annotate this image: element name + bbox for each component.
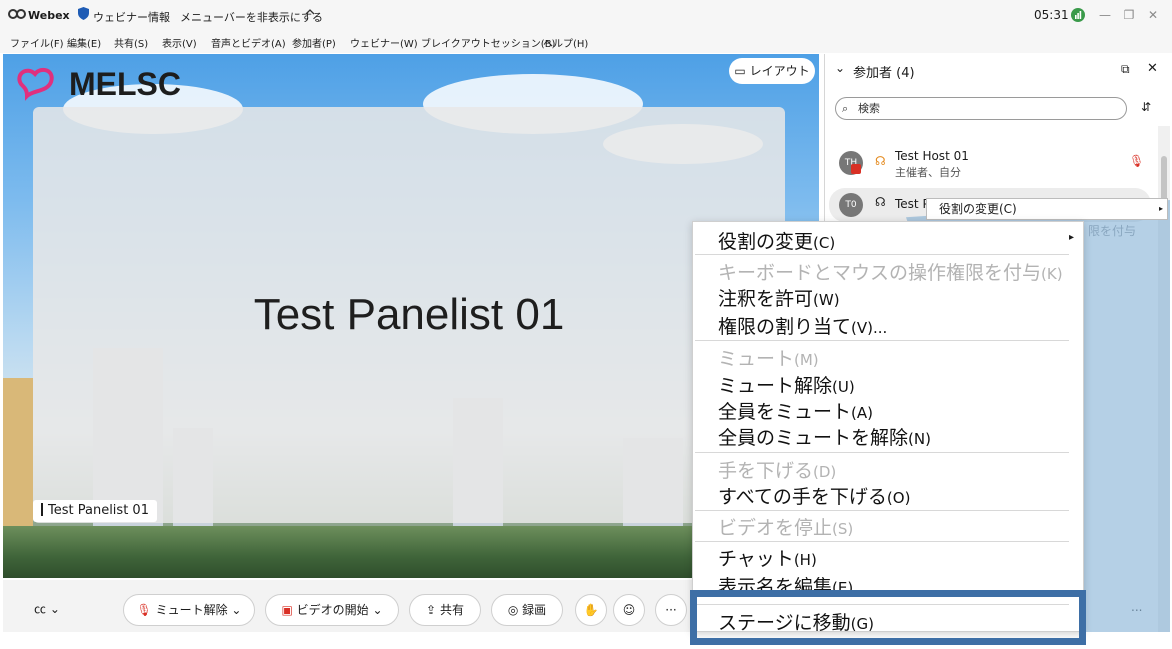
mic-muted-icon[interactable]: 🎙 [1129, 154, 1144, 168]
menu-item-chat[interactable]: チャット(H) [718, 544, 817, 571]
name-tag-label: Test Panelist 01 [48, 503, 149, 518]
captions-button[interactable]: ㏄ ⌄ [23, 594, 71, 626]
menu-item-stop-video: ビデオを停止(S) [718, 517, 854, 539]
layout-label: レイアウト [749, 64, 810, 78]
menu-item-mute-all[interactable]: 全員をミュート(A) [718, 397, 873, 424]
share-button[interactable]: ⇪ 共有 [409, 594, 481, 626]
menu-file[interactable]: ファイル(F) [10, 35, 64, 50]
captions-icon: ㏄ [34, 602, 47, 616]
close-icon[interactable]: ✕ [1143, 6, 1163, 24]
participant-name: Test Host 01 [895, 149, 969, 163]
menu-item-mute: ミュート(M) [718, 348, 819, 370]
restore-icon[interactable]: ❐ [1119, 6, 1139, 24]
chevron-right-icon: ▸ [1158, 204, 1163, 213]
menu-item-lower-hand: 手を下げる(D) [718, 460, 837, 482]
chevron-up-icon[interactable] [305, 7, 315, 20]
mic-muted-icon: 🎙 [136, 603, 152, 617]
hide-menubar-button[interactable]: メニューバーを非表示にする [180, 9, 323, 25]
record-button[interactable]: ◎ 録画 [491, 594, 563, 626]
reactions-button[interactable]: ☺ [613, 594, 645, 626]
participant-role: 主催者、自分 [895, 166, 961, 179]
smiley-icon: ☺ [622, 603, 636, 617]
separator [695, 510, 1069, 511]
host-badge-icon [851, 164, 861, 174]
logo-text: MELSC [69, 66, 181, 102]
headset-icon: ☊ [875, 154, 886, 168]
layout-button[interactable]: ▭ レイアウト [729, 58, 815, 84]
search-icon: ⌕ [842, 102, 849, 115]
menu-webinar[interactable]: ウェビナー(W) [350, 35, 418, 50]
title-bar: Webex ウェビナー情報 メニューバーを非表示にする 05:31 — ❐ ✕ [0, 0, 1172, 31]
panel-title: 参加者 (4) [853, 66, 915, 81]
menu-edit[interactable]: 編集(E) [67, 35, 101, 50]
menu-item-grant-kb-mouse: キーボードとマウスの操作権限を付与(K) [718, 262, 1063, 284]
menu-item-role-change[interactable]: 役割の変更(C) [718, 227, 835, 254]
menu-help[interactable]: ヘルプ(H) [543, 35, 588, 50]
webinar-info-button[interactable]: ウェビナー情報 [93, 9, 170, 25]
raise-hand-button[interactable]: ✋ [575, 594, 607, 626]
melsc-logo-icon [17, 67, 54, 101]
separator [695, 541, 1069, 542]
record-icon: ◎ [507, 603, 519, 617]
menu-participants[interactable]: 参加者(P) [292, 35, 336, 50]
menu-item-unmute-all[interactable]: 全員のミュートを解除(N) [718, 423, 931, 450]
popout-icon[interactable]: ⧉ [1121, 62, 1130, 77]
start-video-label: ビデオの開始 [296, 603, 369, 617]
layout-icon: ▭ [734, 64, 746, 78]
separator [695, 340, 1069, 341]
sort-icon[interactable]: ⇵ [1141, 100, 1151, 114]
name-tag: Test Panelist 01 [33, 500, 157, 522]
unmute-label: ミュート解除 [155, 603, 228, 617]
share-label: 共有 [439, 603, 464, 617]
hand-icon: ✋ [583, 603, 599, 617]
search-input[interactable]: ⌕ 検索 [835, 97, 1127, 120]
menu-item-lower-all-hands[interactable]: すべての手を下げる(O) [718, 482, 910, 509]
menu-audio-video[interactable]: 音声とビデオ(A) [211, 35, 286, 50]
start-video-button[interactable]: ▣ ビデオの開始 ⌄ [265, 594, 399, 626]
separator [695, 452, 1069, 453]
search-placeholder: 検索 [858, 102, 880, 115]
menu-item-unmute[interactable]: ミュート解除(U) [718, 371, 855, 398]
record-label: 録画 [522, 603, 547, 617]
more-label: ··· [665, 603, 677, 617]
name-tag-bar [41, 503, 43, 516]
chevron-right-icon: ▸ [1069, 232, 1075, 243]
webex-logo-icon [8, 8, 26, 23]
minimize-icon[interactable]: — [1095, 6, 1115, 24]
more-options-button[interactable]: ··· [655, 594, 687, 626]
video-off-icon: ▣ [281, 603, 293, 617]
menu-share[interactable]: 共有(S) [114, 35, 148, 50]
menu-breakout[interactable]: ブレイクアウトセッション(B) [421, 35, 555, 50]
context-menu-original-item[interactable]: 役割の変更(C) ▸ [926, 198, 1168, 220]
context-menu: 役割の変更(C) ▸ キーボードとマウスの操作権限を付与(K) 注釈を許可(W)… [692, 221, 1084, 632]
menu-view[interactable]: 表示(V) [162, 35, 197, 50]
close-panel-icon[interactable]: ✕ [1147, 61, 1158, 76]
chevron-down-icon[interactable]: ⌄ [231, 603, 241, 617]
highlight-box [690, 590, 1086, 645]
shield-icon [78, 7, 89, 23]
participant-row[interactable]: TH ☊ Test Host 01 主催者、自分 🎙 [825, 146, 1155, 180]
avatar: T0 [839, 193, 863, 217]
chevron-down-icon[interactable]: ⌄ [372, 603, 382, 617]
app-name: Webex [28, 9, 70, 22]
headset-icon: ☊ [875, 195, 886, 209]
chevron-down-icon[interactable]: ⌄ [835, 61, 845, 75]
separator [695, 254, 1069, 255]
chevron-down-icon: ⌄ [49, 602, 60, 616]
participant-name: Test P [895, 197, 930, 211]
clock: 05:31 [1034, 8, 1069, 22]
unmute-button[interactable]: 🎙 ミュート解除 ⌄ [123, 594, 255, 626]
melsc-logo: MELSC [13, 64, 181, 104]
share-icon: ⇪ [426, 603, 437, 617]
menu-item-assign-privileges[interactable]: 権限の割り当て(V)... [718, 312, 887, 339]
ghost-menu-text: 限を付与 [1088, 224, 1137, 238]
role-change-item-small: 役割の変更(C) [939, 202, 1017, 216]
network-quality-icon[interactable] [1071, 8, 1085, 25]
menu-item-allow-annotation[interactable]: 注釈を許可(W) [718, 284, 840, 311]
speaker-name: Test Panelist 01 [253, 290, 565, 339]
menu-bar: ファイル(F) 編集(E) 共有(S) 表示(V) 音声とビデオ(A) 参加者(… [0, 31, 1172, 53]
